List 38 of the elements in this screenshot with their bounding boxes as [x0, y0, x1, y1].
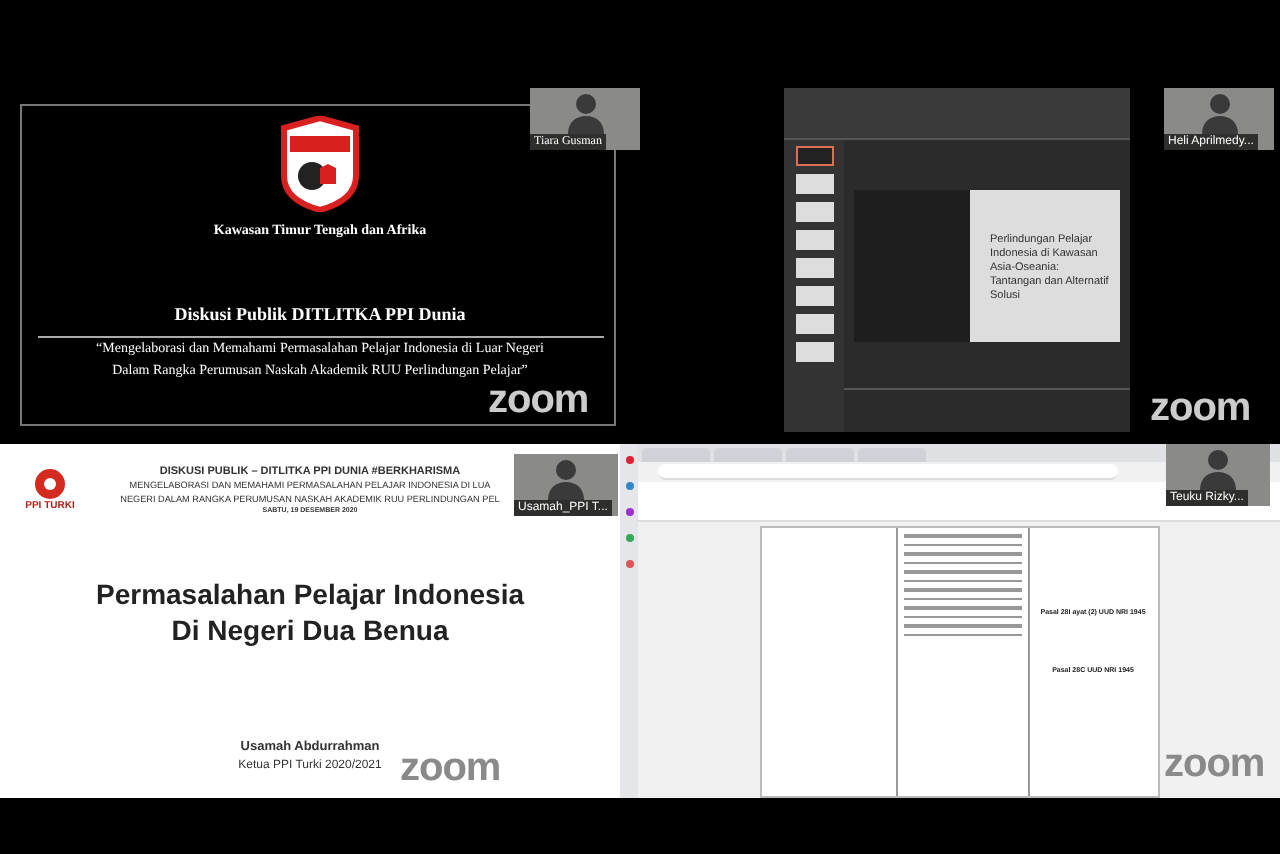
- slide-title: Diskusi Publik DITLITKA PPI Dunia: [174, 301, 466, 327]
- sidebar-app-icon[interactable]: [625, 508, 633, 516]
- text-line: [903, 534, 1021, 537]
- slide-thumbnail[interactable]: [795, 314, 833, 334]
- person-silhouette-icon: [1199, 89, 1239, 133]
- slide-thumbnail[interactable]: [795, 342, 833, 362]
- text-line: [903, 552, 1021, 555]
- text-line: [903, 579, 1021, 582]
- text-line: [903, 633, 1021, 636]
- ppi-logo-icon: [30, 464, 70, 500]
- person-silhouette-icon: [1198, 445, 1238, 489]
- text-line: [903, 588, 1021, 591]
- sidebar-app-icon[interactable]: [625, 482, 633, 490]
- slide-thumbnail[interactable]: [795, 146, 833, 166]
- slide-title-line: Di Negeri Dua Benua: [171, 612, 449, 648]
- slide-thumbnail[interactable]: [795, 230, 833, 250]
- zoom-watermark: zoom: [1164, 744, 1265, 784]
- text-line: [903, 624, 1021, 627]
- text-line: [903, 543, 1021, 546]
- slide-thumbnail[interactable]: [795, 258, 833, 278]
- zoom-watermark: zoom: [488, 380, 589, 420]
- text-line: [903, 606, 1021, 609]
- sidebar-app-icon[interactable]: [625, 534, 633, 542]
- slide-title-line: Permasalahan Pelajar Indonesia: [96, 576, 524, 612]
- sidebar-app-icon[interactable]: [625, 560, 633, 568]
- zoom-watermark: zoom: [1150, 388, 1251, 428]
- text-line: [903, 561, 1021, 564]
- person-silhouette-icon: [565, 89, 605, 133]
- text-line: [903, 597, 1021, 600]
- slide-thumbnail[interactable]: [795, 202, 833, 222]
- slide-thumbnail[interactable]: [795, 286, 833, 306]
- sidebar-app-icon[interactable]: [625, 456, 633, 464]
- text-line: [903, 615, 1021, 618]
- person-silhouette-icon: [546, 455, 586, 499]
- shield-logo-icon: [280, 116, 360, 212]
- text-line: [903, 570, 1021, 573]
- slide-thumbnail[interactable]: [795, 174, 833, 194]
- zoom-watermark: zoom: [400, 748, 501, 788]
